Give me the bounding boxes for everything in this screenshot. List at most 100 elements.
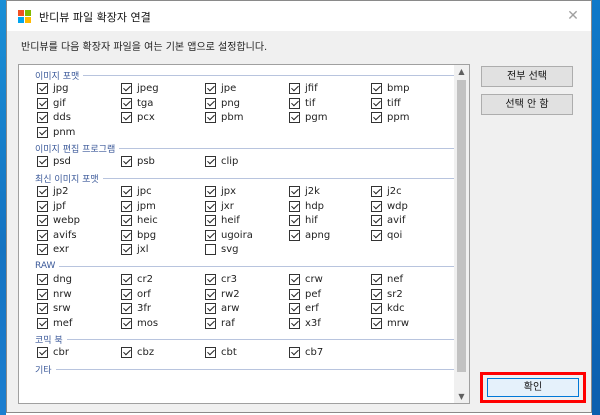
extension-checkbox-jp2[interactable]: jp2 xyxy=(37,185,69,199)
extension-checkbox-jpf[interactable]: jpf xyxy=(37,199,66,213)
checkbox-checked-icon[interactable] xyxy=(37,303,48,315)
vertical-scrollbar[interactable]: ▲ ▼ xyxy=(454,65,469,403)
extension-checkbox-apng[interactable]: apng xyxy=(289,228,330,242)
extension-checkbox-rw2[interactable]: rw2 xyxy=(205,287,240,301)
checkbox-checked-icon[interactable] xyxy=(121,347,132,359)
extension-checkbox-pbm[interactable]: pbm xyxy=(205,111,243,125)
extension-checkbox-avifs[interactable]: avifs xyxy=(37,228,77,242)
extension-checkbox-jpg[interactable]: jpg xyxy=(37,82,68,96)
checkbox-checked-icon[interactable] xyxy=(37,186,48,197)
extension-checkbox-arw[interactable]: arw xyxy=(205,302,239,316)
extension-checkbox-tga[interactable]: tga xyxy=(121,96,153,110)
checkbox-checked-icon[interactable] xyxy=(121,303,132,315)
checkbox-checked-icon[interactable] xyxy=(37,83,48,94)
checkbox-checked-icon[interactable] xyxy=(121,244,132,256)
extension-checkbox-mrw[interactable]: mrw xyxy=(371,316,409,330)
checkbox-checked-icon[interactable] xyxy=(371,317,382,329)
extension-checkbox-mef[interactable]: mef xyxy=(37,316,72,330)
checkbox-checked-icon[interactable] xyxy=(37,244,48,256)
extension-checkbox-wdp[interactable]: wdp xyxy=(371,199,408,213)
extension-checkbox-jpc[interactable]: jpc xyxy=(121,185,152,199)
extension-checkbox-sr2[interactable]: sr2 xyxy=(371,287,403,301)
close-button[interactable]: ✕ xyxy=(563,6,583,26)
checkbox-checked-icon[interactable] xyxy=(289,97,300,109)
checkbox-checked-icon[interactable] xyxy=(37,156,48,168)
extension-checkbox-bmp[interactable]: bmp xyxy=(371,82,409,96)
checkbox-checked-icon[interactable] xyxy=(37,200,48,212)
deselect-all-button[interactable]: 선택 안 함 xyxy=(481,94,573,115)
checkbox-checked-icon[interactable] xyxy=(205,156,216,168)
extension-checkbox-j2k[interactable]: j2k xyxy=(289,185,320,199)
extension-checkbox-tiff[interactable]: tiff xyxy=(371,96,401,110)
extension-checkbox-jpm[interactable]: jpm xyxy=(121,199,156,213)
checkbox-checked-icon[interactable] xyxy=(205,83,216,94)
extension-checkbox-jpx[interactable]: jpx xyxy=(205,185,236,199)
extension-checkbox-cbr[interactable]: cbr xyxy=(37,346,69,360)
extension-checkbox-gif[interactable]: gif xyxy=(37,96,66,110)
extension-checkbox-x3f[interactable]: x3f xyxy=(289,316,321,330)
checkbox-checked-icon[interactable] xyxy=(121,229,132,241)
extension-list-panel[interactable]: 이미지 포맷 jpg jpeg jpe jfif bmp gif tga png tif tiff d… xyxy=(18,64,470,404)
checkbox-checked-icon[interactable] xyxy=(205,186,216,197)
extension-checkbox-cbz[interactable]: cbz xyxy=(121,346,154,360)
extension-checkbox-heif[interactable]: heif xyxy=(205,214,240,228)
extension-checkbox-raf[interactable]: raf xyxy=(205,316,235,330)
checkbox-checked-icon[interactable] xyxy=(289,215,300,227)
checkbox-checked-icon[interactable] xyxy=(121,83,132,94)
checkbox-checked-icon[interactable] xyxy=(371,83,382,94)
extension-checkbox-avif[interactable]: avif xyxy=(371,214,405,228)
extension-checkbox-nef[interactable]: nef xyxy=(371,273,403,287)
ok-button[interactable]: 확인 xyxy=(487,378,579,397)
extension-checkbox-ppm[interactable]: ppm xyxy=(371,111,409,125)
extension-checkbox-ugoira[interactable]: ugoira xyxy=(205,228,253,242)
checkbox-checked-icon[interactable] xyxy=(289,288,300,300)
extension-checkbox-psd[interactable]: psd xyxy=(37,155,71,169)
checkbox-checked-icon[interactable] xyxy=(289,83,300,94)
extension-checkbox-qoi[interactable]: qoi xyxy=(371,228,402,242)
extension-checkbox-cbt[interactable]: cbt xyxy=(205,346,237,360)
scroll-thumb[interactable] xyxy=(457,80,466,372)
checkbox-checked-icon[interactable] xyxy=(205,215,216,227)
extension-checkbox-jxl[interactable]: jxl xyxy=(121,243,148,257)
checkbox-checked-icon[interactable] xyxy=(289,112,300,124)
extension-checkbox-erf[interactable]: erf xyxy=(289,302,319,316)
scroll-down-arrow-icon[interactable]: ▼ xyxy=(454,390,469,403)
extension-checkbox-hdp[interactable]: hdp xyxy=(289,199,324,213)
checkbox-checked-icon[interactable] xyxy=(289,347,300,359)
extension-checkbox-srw[interactable]: srw xyxy=(37,302,71,316)
checkbox-checked-icon[interactable] xyxy=(205,303,216,315)
extension-checkbox-dng[interactable]: dng xyxy=(37,273,72,287)
checkbox-checked-icon[interactable] xyxy=(371,200,382,212)
extension-checkbox-jpe[interactable]: jpe xyxy=(205,82,236,96)
checkbox-checked-icon[interactable] xyxy=(121,274,132,285)
extension-checkbox-pcx[interactable]: pcx xyxy=(121,111,155,125)
checkbox-checked-icon[interactable] xyxy=(289,229,300,241)
extension-checkbox-j2c[interactable]: j2c xyxy=(371,185,402,199)
checkbox-checked-icon[interactable] xyxy=(205,200,216,212)
checkbox-checked-icon[interactable] xyxy=(205,347,216,359)
extension-checkbox-cr3[interactable]: cr3 xyxy=(205,273,237,287)
checkbox-checked-icon[interactable] xyxy=(37,288,48,300)
checkbox-checked-icon[interactable] xyxy=(37,126,48,138)
extension-checkbox-jxr[interactable]: jxr xyxy=(205,199,234,213)
extension-checkbox-exr[interactable]: exr xyxy=(37,243,69,257)
checkbox-checked-icon[interactable] xyxy=(371,229,382,241)
checkbox-checked-icon[interactable] xyxy=(205,288,216,300)
extension-checkbox-png[interactable]: png xyxy=(205,96,240,110)
checkbox-checked-icon[interactable] xyxy=(205,97,216,109)
checkbox-checked-icon[interactable] xyxy=(289,274,300,285)
extension-checkbox-bpg[interactable]: bpg xyxy=(121,228,156,242)
checkbox-checked-icon[interactable] xyxy=(121,186,132,197)
extension-checkbox-hif[interactable]: hif xyxy=(289,214,318,228)
extension-checkbox-3fr[interactable]: 3fr xyxy=(121,302,151,316)
extension-checkbox-webp[interactable]: webp xyxy=(37,214,80,228)
checkbox-checked-icon[interactable] xyxy=(371,303,382,315)
select-all-button[interactable]: 전부 선택 xyxy=(481,66,573,87)
checkbox-checked-icon[interactable] xyxy=(371,274,382,285)
extension-checkbox-tif[interactable]: tif xyxy=(289,96,315,110)
extension-checkbox-clip[interactable]: clip xyxy=(205,155,238,169)
checkbox-checked-icon[interactable] xyxy=(121,317,132,329)
extension-checkbox-nrw[interactable]: nrw xyxy=(37,287,72,301)
extension-checkbox-jfif[interactable]: jfif xyxy=(289,82,318,96)
checkbox-unchecked-icon[interactable] xyxy=(205,244,216,256)
